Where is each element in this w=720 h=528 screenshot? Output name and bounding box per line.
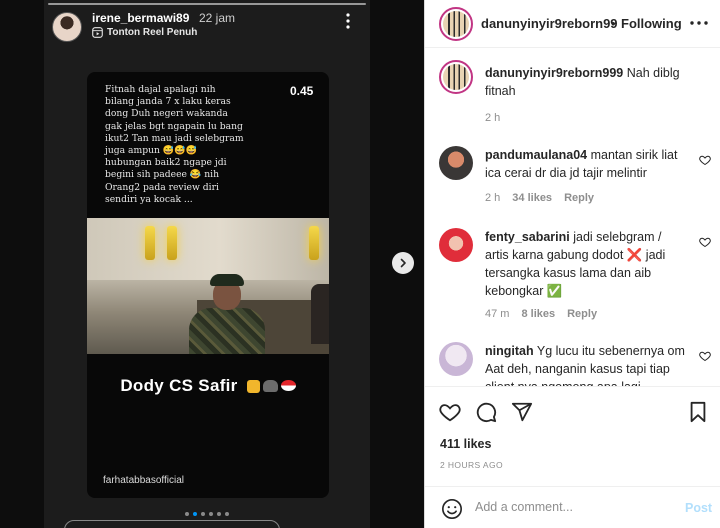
comments-list[interactable]: danunyinyir9reborn999 Nah diblg fitnah 2… xyxy=(425,48,720,386)
reel-watermark: farhatabbasofficial xyxy=(103,475,184,486)
story-reply-pill xyxy=(64,520,280,528)
comment-username[interactable]: ningitah xyxy=(485,344,534,358)
heart-outline-icon[interactable] xyxy=(699,350,711,362)
post-author-avatar[interactable] xyxy=(439,7,473,41)
post-panel: danunyinyir9reborn99 • Following danunyi… xyxy=(424,0,720,528)
reel-title-emojis xyxy=(246,380,296,394)
carousel-dots xyxy=(185,512,229,516)
header-separator: • xyxy=(611,16,616,31)
story-reel-link: Tonton Reel Penuh xyxy=(92,27,197,38)
comment-time: 2 h xyxy=(485,192,501,204)
comment-avatar[interactable] xyxy=(439,146,473,180)
comment-meta: 47 m 8 likes Reply xyxy=(485,308,597,320)
reel-icon xyxy=(92,27,103,38)
comment-avatar[interactable] xyxy=(439,228,473,262)
carousel-dot[interactable] xyxy=(185,512,189,516)
post-comment-button[interactable]: Post xyxy=(685,501,712,515)
comment-avatar[interactable] xyxy=(439,342,473,376)
caption-meta: 2 h xyxy=(485,112,500,124)
caption-text: danunyinyir9reborn999 Nah diblg fitnah xyxy=(485,64,685,100)
bookmark-icon[interactable] xyxy=(687,401,709,423)
media-panel: irene_bermawi89 22 jam Tonton Reel Penuh… xyxy=(0,0,424,528)
chevron-right-icon xyxy=(400,258,406,268)
comment-text: pandumaulana04 mantan sirik liat ica cer… xyxy=(485,146,685,182)
vertical-dots-icon xyxy=(346,13,350,29)
comment-likes[interactable]: 8 likes xyxy=(521,308,555,320)
story-avatar xyxy=(52,12,82,42)
caption-username[interactable]: danunyinyir9reborn999 xyxy=(485,66,623,80)
comment-reply-button[interactable]: Reply xyxy=(564,192,594,204)
comment-likes[interactable]: 34 likes xyxy=(512,192,552,204)
comment-icon[interactable] xyxy=(475,401,497,423)
story-time: 22 jam xyxy=(199,11,236,25)
likes-count[interactable]: 411 likes xyxy=(440,437,491,451)
heart-outline-icon[interactable] xyxy=(699,154,711,166)
thumbs-up-icon xyxy=(246,380,260,394)
comment-username[interactable]: pandumaulana04 xyxy=(485,148,587,162)
caption-time: 2 h xyxy=(485,112,501,124)
post-header: danunyinyir9reborn99 • Following xyxy=(425,0,720,48)
post-timestamp: 2 HOURS AGO xyxy=(440,460,503,470)
heart-icon[interactable] xyxy=(439,401,461,423)
carousel-dot[interactable] xyxy=(201,512,205,516)
instagram-post-view: irene_bermawi89 22 jam Tonton Reel Penuh… xyxy=(0,0,720,528)
caption-avatar[interactable] xyxy=(439,60,473,94)
heart-outline-icon[interactable] xyxy=(699,236,711,248)
post-author-username[interactable]: danunyinyir9reborn99 xyxy=(481,16,618,31)
post-actions: 411 likes 2 HOURS AGO xyxy=(425,386,720,480)
indonesia-flag-icon xyxy=(280,380,296,392)
comment-reply-button[interactable]: Reply xyxy=(567,308,597,320)
comment-text: ningitah Yg lucu itu sebenernya om Aat d… xyxy=(485,342,685,386)
carousel-dot[interactable] xyxy=(209,512,213,516)
comment-time: 47 m xyxy=(485,308,510,320)
story-username: irene_bermawi89 xyxy=(92,11,190,25)
smiley-icon[interactable] xyxy=(441,498,463,520)
add-comment-input[interactable] xyxy=(475,500,665,514)
reel-title: Dody CS Safir xyxy=(87,376,329,396)
comment-meta: 2 h 34 likes Reply xyxy=(485,192,594,204)
video-person xyxy=(183,270,269,354)
share-icon[interactable] xyxy=(511,401,533,423)
comment-text: fenty_sabarini jadi selebgram / artis ka… xyxy=(485,228,685,300)
carousel-dot[interactable] xyxy=(193,512,197,516)
carousel-dot[interactable] xyxy=(217,512,221,516)
add-comment-bar: Post xyxy=(425,486,720,528)
reel-card: Fitnah dajal apalagi nih bilang janda 7 … xyxy=(87,72,329,498)
follow-status-button[interactable]: Following xyxy=(621,16,682,31)
carousel-next-button[interactable] xyxy=(392,252,414,274)
comment-username[interactable]: fenty_sabarini xyxy=(485,230,570,244)
reel-overlay-text: Fitnah dajal apalagi nih bilang janda 7 … xyxy=(105,84,244,205)
reel-label: Tonton Reel Penuh xyxy=(107,27,198,38)
carousel-dot[interactable] xyxy=(225,512,229,516)
story-header: irene_bermawi89 22 jam Tonton Reel Penuh xyxy=(52,10,362,44)
reel-video-frame xyxy=(87,218,329,354)
reel-timer: 0.45 xyxy=(290,84,314,98)
elephant-icon xyxy=(262,380,278,393)
reel-title-text: Dody CS Safir xyxy=(120,376,238,395)
story-progress-bar xyxy=(48,3,366,5)
horizontal-dots-icon[interactable] xyxy=(689,16,709,30)
